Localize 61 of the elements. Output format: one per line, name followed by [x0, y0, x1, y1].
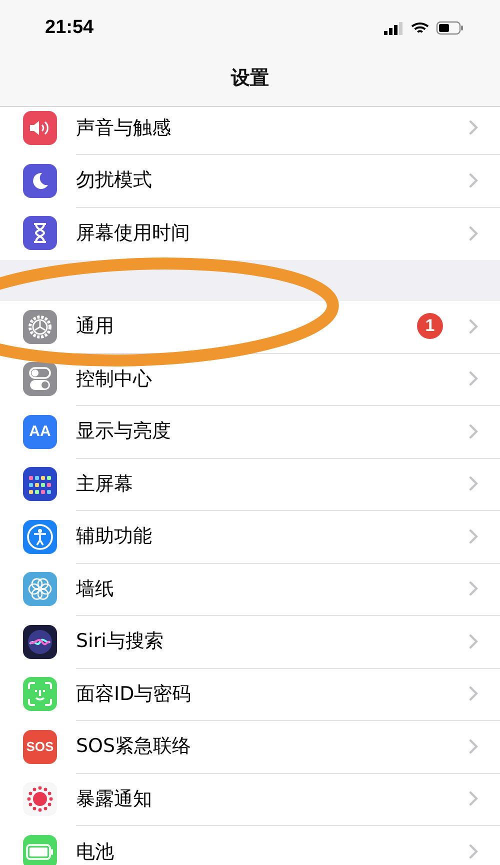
- app-grid-icon: [23, 467, 57, 502]
- battery-status-icon: [436, 21, 464, 35]
- status-time: 21:54: [45, 17, 94, 39]
- speaker-icon: [23, 111, 57, 146]
- settings-row[interactable]: Siri与搜索: [0, 616, 500, 668]
- orb-icon: [23, 624, 57, 659]
- settings-row[interactable]: 通用 1: [0, 300, 500, 353]
- toggles-icon: [23, 362, 57, 396]
- chevron-icon: [469, 528, 478, 544]
- chevron-icon: [469, 424, 478, 439]
- row-label: 辅助功能: [76, 524, 153, 550]
- chevron-icon: [469, 634, 478, 649]
- moon-icon: [23, 164, 57, 198]
- row-label: 勿扰模式: [76, 168, 153, 194]
- chevron-icon: [469, 318, 478, 334]
- face-scan-icon: [23, 677, 57, 712]
- settings-row[interactable]: 辅助功能: [0, 510, 500, 563]
- row-label: Siri与搜索: [76, 629, 164, 654]
- chevron-icon: [469, 120, 478, 136]
- chevron-icon: [469, 791, 478, 806]
- wifi-icon: [411, 22, 429, 34]
- settings-row[interactable]: 面容ID与密码: [0, 668, 500, 720]
- settings-row[interactable]: 声音与触感: [0, 107, 500, 154]
- settings-row[interactable]: 主屏幕: [0, 458, 500, 510]
- settings-row[interactable]: AA 显示与亮度: [0, 406, 500, 458]
- settings-row[interactable]: 屏幕使用时间: [0, 207, 500, 260]
- settings-row[interactable]: 控制中心: [0, 353, 500, 406]
- exposure-icon: [23, 782, 57, 816]
- settings-row[interactable]: SOS SOS紧急联络: [0, 720, 500, 773]
- row-label: 通用: [76, 314, 115, 340]
- chevron-icon: [469, 371, 478, 386]
- chevron-icon: [469, 686, 478, 702]
- signal-icon: [384, 22, 404, 34]
- row-label: 面容ID与密码: [76, 682, 192, 707]
- row-label: 电池: [76, 840, 115, 865]
- chevron-icon: [469, 844, 478, 860]
- chevron-icon: [469, 226, 478, 241]
- row-label: SOS紧急联络: [76, 734, 192, 760]
- row-label: 控制中心: [76, 366, 153, 392]
- settings-row[interactable]: 勿扰模式: [0, 154, 500, 207]
- notification-count: 1: [417, 313, 443, 340]
- flower-icon: [23, 572, 57, 606]
- settings-row[interactable]: 暴露通知: [0, 773, 500, 826]
- row-label: 墙纸: [76, 576, 115, 602]
- row-label: 声音与触感: [76, 116, 172, 141]
- chevron-icon: [469, 172, 478, 188]
- row-label: 显示与亮度: [76, 419, 172, 444]
- row-label: 暴露通知: [76, 786, 153, 812]
- hourglass-icon: [23, 216, 57, 250]
- chevron-icon: [469, 476, 478, 492]
- sos-icon-label: SOS: [26, 739, 54, 754]
- accessibility-icon: [23, 520, 57, 554]
- chevron-icon: [469, 581, 478, 596]
- chevron-icon: [469, 738, 478, 754]
- text-size-icon-label: AA: [29, 423, 51, 440]
- settings-row[interactable]: 墙纸: [0, 563, 500, 616]
- gear-icon: [23, 310, 57, 344]
- settings-row[interactable]: 电池: [0, 826, 500, 865]
- page-title: 设置: [231, 66, 269, 91]
- row-label: 屏幕使用时间: [76, 221, 191, 246]
- row-label: 主屏幕: [76, 472, 134, 497]
